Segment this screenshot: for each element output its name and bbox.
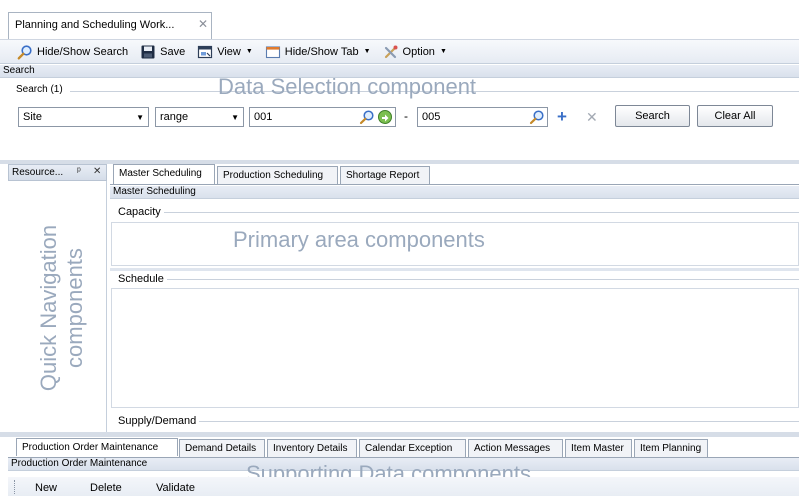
hide-show-tab-button[interactable]: Hide/Show Tab ▼ [260, 42, 376, 62]
operator-value: range [160, 111, 189, 123]
tools-icon [383, 44, 399, 60]
range-to-input[interactable]: 005 [417, 107, 548, 127]
supply-demand-divider [198, 421, 799, 422]
magnifier-icon [17, 44, 33, 60]
tab-label: Shortage Report [346, 170, 420, 181]
lookup-icon[interactable] [359, 109, 375, 125]
search-group-label: Search (1) [16, 84, 66, 95]
quick-nav-title: Resource... [12, 167, 64, 178]
schedule-label: Schedule [118, 273, 167, 285]
schedule-divider [164, 279, 799, 280]
search-section-title: Search [3, 65, 35, 76]
tab-shortage-report[interactable]: Shortage Report [340, 166, 430, 184]
tab-production-order-maintenance[interactable]: Production Order Maintenance [16, 438, 178, 456]
master-scheduling-header: Master Scheduling [110, 186, 799, 199]
tab-label: Production Scheduling [223, 170, 324, 181]
option-label: Option [402, 45, 435, 58]
chevron-down-icon: ▼ [231, 112, 239, 122]
save-label: Save [160, 45, 186, 58]
bottom-splitter[interactable] [0, 432, 799, 437]
tab-label: Production Order Maintenance [22, 442, 159, 453]
floppy-disk-icon [140, 44, 156, 60]
tab-label: Action Messages [474, 443, 551, 454]
tab-label: Demand Details [185, 443, 257, 454]
supporting-action-toolbar [8, 477, 799, 496]
close-icon[interactable]: ✕ [93, 166, 101, 177]
operator-dropdown[interactable]: range ▼ [155, 107, 244, 127]
save-button[interactable]: Save [135, 42, 190, 62]
option-menu-button[interactable]: Option ▼ [378, 42, 452, 62]
main-toolbar: Hide/Show Search Save View ▼ Hide/Show T… [0, 40, 799, 64]
hide-show-search-label: Hide/Show Search [37, 45, 129, 58]
tab-label: Item Master [571, 443, 624, 454]
range-from-value: 001 [254, 111, 273, 123]
range-separator: - [404, 109, 408, 123]
capacity-label: Capacity [118, 206, 164, 218]
tab-inventory-details[interactable]: Inventory Details [267, 439, 357, 457]
quick-nav-label-line2: components [62, 248, 87, 368]
tab-master-scheduling[interactable]: Master Scheduling [113, 164, 215, 184]
quick-nav-watermark: Quick Navigation components [30, 215, 100, 405]
add-criteria-icon[interactable]: + [557, 108, 567, 125]
pin-icon[interactable]: ᵖ [77, 166, 81, 177]
copy-value-icon[interactable] [377, 109, 393, 125]
tab-production-scheduling[interactable]: Production Scheduling [217, 166, 338, 184]
schedule-grid[interactable] [111, 288, 799, 408]
tab-panel-icon [265, 44, 281, 60]
view-window-icon [197, 44, 213, 60]
document-tab[interactable]: Planning and Scheduling Work... ✕ [8, 12, 212, 39]
hide-show-search-button[interactable]: Hide/Show Search [12, 42, 133, 62]
lookup-icon[interactable] [529, 109, 545, 125]
production-order-title: Production Order Maintenance [11, 458, 148, 469]
capacity-divider [162, 212, 799, 213]
clear-all-button[interactable]: Clear All [697, 105, 773, 127]
tab-demand-details[interactable]: Demand Details [179, 439, 265, 457]
tab-label: Calendar Exception [365, 443, 453, 454]
clear-all-button-label: Clear All [714, 110, 756, 122]
search-button-label: Search [635, 110, 670, 122]
toolbar-grip[interactable] [14, 480, 16, 494]
search-field-value: Site [23, 111, 42, 123]
chevron-down-icon: ▼ [363, 48, 371, 55]
range-from-actions [359, 109, 393, 125]
remove-criteria-icon[interactable]: ✕ [586, 109, 598, 125]
chevron-down-icon: ▼ [136, 112, 144, 122]
validate-button[interactable]: Validate [156, 482, 195, 494]
range-from-input[interactable]: 001 [249, 107, 396, 127]
tab-label: Master Scheduling [119, 168, 202, 179]
tab-item-master[interactable]: Item Master [565, 439, 632, 457]
range-to-value: 005 [422, 111, 441, 123]
tab-calendar-exception[interactable]: Calendar Exception [359, 439, 466, 457]
master-scheduling-title: Master Scheduling [113, 186, 196, 197]
tab-action-messages[interactable]: Action Messages [468, 439, 563, 457]
quick-nav-header: Resource... ᵖ ✕ [8, 164, 107, 181]
search-button[interactable]: Search [615, 105, 690, 127]
delete-button[interactable]: Delete [90, 482, 122, 494]
chevron-down-icon: ▼ [245, 48, 253, 55]
tab-baseline [110, 184, 799, 185]
chevron-down-icon: ▼ [439, 48, 447, 55]
close-icon[interactable]: ✕ [198, 17, 208, 31]
view-menu-button[interactable]: View ▼ [192, 42, 258, 62]
hide-show-tab-label: Hide/Show Tab [284, 45, 359, 58]
tab-label: Inventory Details [273, 443, 348, 454]
supply-demand-label: Supply/Demand [118, 415, 200, 427]
new-button[interactable]: New [35, 482, 57, 494]
primary-area-label: Primary area components [233, 227, 485, 252]
view-label: View [217, 45, 241, 58]
quick-nav-label-line1: Quick Navigation [36, 224, 61, 392]
capacity-schedule-splitter[interactable] [110, 268, 799, 271]
data-selection-label: Data Selection component [218, 74, 477, 99]
search-field-dropdown[interactable]: Site ▼ [18, 107, 149, 127]
tab-label: Item Planning [640, 443, 702, 454]
document-tab-title: Planning and Scheduling Work... [15, 19, 175, 31]
tab-item-planning[interactable]: Item Planning [634, 439, 708, 457]
